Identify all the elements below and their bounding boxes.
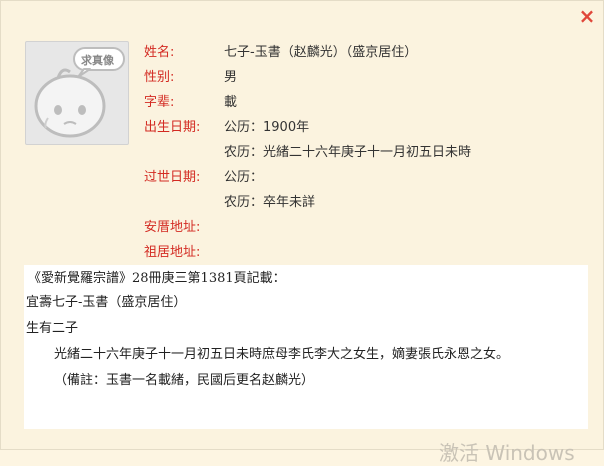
birth-row: 出生日期: 公历：1900年 (1, 116, 601, 140)
windows-activation-watermark: 激活 Windows (439, 441, 575, 465)
record-children-line: 生有二子 (26, 321, 79, 336)
gender-row: 性别: 男 (1, 66, 601, 90)
name-label: 姓名: (144, 45, 175, 60)
ancestral-label: 祖居地址: (144, 245, 201, 260)
name-row: 姓名: 七子-玉書（赵麟光）（盛京居住） (1, 41, 601, 65)
burial-row: 安厝地址: (1, 216, 601, 240)
birth-label: 出生日期: (144, 120, 201, 135)
record-birth-detail-line: 光緒二十六年庚子十一月初五日未時庶母李氏李大之女生，嫡妻張氏永恩之女。 (54, 347, 510, 362)
name-value: 七子-玉書（赵麟光）（盛京居住） (224, 45, 418, 60)
close-icon[interactable]: × (576, 5, 598, 27)
gender-value: 男 (224, 70, 238, 85)
death-lunar: 农历：卒年未詳 (224, 195, 316, 210)
birth-gregorian: 公历：1900年 (224, 120, 310, 135)
death-gregorian: 公历： (224, 170, 264, 185)
birth-lunar-row: 农历：光緒二十六年庚子十一月初五日未時 (1, 141, 601, 165)
record-note-line: （備註：玉書一名載緒，民國后更名赵麟光） (54, 373, 315, 388)
gender-label: 性别: (144, 70, 175, 85)
generation-label: 字辈: (144, 95, 175, 110)
ancestral-row: 祖居地址: (1, 241, 601, 265)
record-source-line: 《愛新覺羅宗譜》28冊庚三第1381頁記載： (28, 271, 286, 286)
burial-label: 安厝地址: (144, 220, 201, 235)
genealogy-record: 《愛新覺羅宗譜》28冊庚三第1381頁記載： 宜壽七子-玉書（盛京居住） 生有二… (24, 265, 588, 429)
generation-row: 字辈: 載 (1, 91, 601, 115)
death-lunar-row: 农历：卒年未詳 (1, 191, 601, 215)
record-person-line: 宜壽七子-玉書（盛京居住） (26, 295, 187, 310)
person-detail-dialog: × 求真像 姓名: 七子-玉書（赵麟光）（盛京居住） 性别: 男 字辈: 載 出… (0, 0, 604, 465)
birth-lunar: 农历：光緒二十六年庚子十一月初五日未時 (224, 145, 472, 160)
death-row: 过世日期: 公历： (1, 166, 601, 190)
generation-value: 載 (224, 95, 238, 110)
death-label: 过世日期: (144, 170, 201, 185)
